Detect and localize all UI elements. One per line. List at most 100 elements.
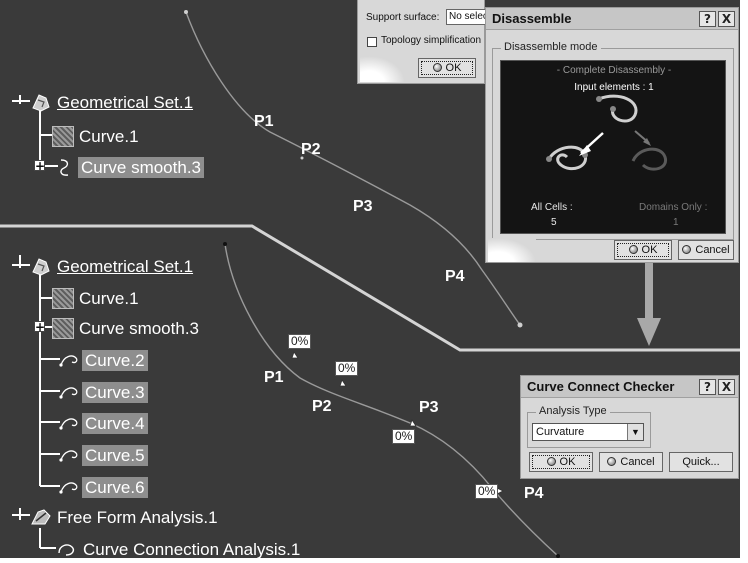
tree-item-curve-3[interactable]: Curve.3 bbox=[58, 380, 148, 404]
free-form-analysis-icon bbox=[30, 507, 52, 528]
dialog-swoosh-decoration bbox=[360, 56, 405, 82]
smooth-ok-button[interactable]: OK bbox=[418, 58, 476, 78]
bottom-point-label-p1: P1 bbox=[264, 369, 284, 386]
button-label: OK bbox=[559, 456, 576, 468]
curve-smooth-dialog: Support surface: No selec Topology simpl… bbox=[357, 0, 488, 84]
geometrical-set-icon bbox=[30, 256, 52, 277]
domains-only-label: Domains Only : bbox=[639, 202, 708, 213]
curve-icon bbox=[58, 413, 80, 434]
tree-label: Curve.3 bbox=[82, 381, 148, 403]
tree-label: Curve Connection Analysis.1 bbox=[83, 539, 301, 559]
connection-percent-label: 0% bbox=[475, 484, 499, 499]
tree-label: Geometrical Set.1 bbox=[57, 256, 194, 276]
curve-connect-checker-dialog: Curve Connect Checker ? X Analysis Type … bbox=[520, 375, 739, 479]
ok-icon bbox=[432, 63, 442, 72]
analysis-type-select[interactable]: Curvature ▼ bbox=[532, 423, 644, 441]
tree-label: Free Form Analysis.1 bbox=[57, 507, 218, 527]
top-point-label-p4: P4 bbox=[445, 268, 465, 285]
group-title: Analysis Type bbox=[536, 405, 610, 417]
topology-checkbox[interactable] bbox=[367, 37, 377, 47]
bottom-point-label-p4: P4 bbox=[524, 485, 544, 502]
button-label: Cancel bbox=[695, 244, 730, 256]
disassemble-ok-button[interactable]: OK bbox=[614, 240, 672, 260]
tree-label: Curve.1 bbox=[79, 126, 139, 146]
top-point-label-p1: P1 bbox=[254, 113, 274, 130]
dialog-title: Disassemble bbox=[492, 11, 572, 26]
curve-icon bbox=[52, 125, 74, 147]
tree-label: Curve.5 bbox=[82, 444, 148, 466]
right-margin bbox=[740, 0, 748, 563]
connection-percent-label: 0% bbox=[288, 334, 312, 349]
ok-icon bbox=[546, 457, 556, 466]
button-label: OK bbox=[641, 244, 658, 256]
cancel-icon bbox=[607, 457, 617, 466]
tree-item-curve-2[interactable]: Curve.2 bbox=[58, 348, 148, 372]
close-button[interactable]: X bbox=[718, 11, 735, 27]
cancel-icon bbox=[682, 245, 692, 254]
button-label: Cancel bbox=[620, 456, 655, 468]
checker-titlebar[interactable]: Curve Connect Checker ? X bbox=[521, 376, 738, 398]
expand-plus-icon[interactable]: + bbox=[34, 321, 45, 333]
help-button[interactable]: ? bbox=[699, 379, 716, 395]
tree-item-curve-4[interactable]: Curve.4 bbox=[58, 411, 148, 435]
tree-label: Curve.6 bbox=[82, 476, 148, 498]
button-label: Quick... bbox=[682, 456, 720, 468]
chevron-down-icon[interactable]: ▼ bbox=[627, 424, 643, 440]
tree-item-curve-6[interactable]: Curve.6 bbox=[58, 475, 148, 499]
disassemble-dialog: Disassemble ? X Disassemble mode - Compl… bbox=[485, 7, 739, 263]
close-button[interactable]: X bbox=[718, 379, 735, 395]
help-button[interactable]: ? bbox=[699, 11, 716, 27]
ok-icon bbox=[628, 245, 638, 254]
checker-quick-button[interactable]: Quick... bbox=[669, 452, 733, 472]
catia-viewport: Geometrical Set.1 Curve.1 Curve smooth.3… bbox=[0, 0, 748, 563]
curve-smooth-icon bbox=[52, 317, 74, 339]
connection-percent-label: 0% bbox=[392, 429, 416, 444]
tree-item-free-form-analysis[interactable]: Free Form Analysis.1 bbox=[30, 505, 221, 529]
support-surface-field[interactable]: No selec bbox=[446, 9, 488, 25]
expand-plus-icon[interactable]: + bbox=[34, 160, 45, 172]
tree-item-curve-smooth-3-bottom[interactable]: Curve smooth.3 bbox=[52, 316, 202, 340]
disassemble-cancel-button[interactable]: Cancel bbox=[678, 240, 734, 260]
tree-label: Curve smooth.3 bbox=[78, 156, 204, 178]
tree-root-geometrical-set-bottom[interactable]: Geometrical Set.1 bbox=[30, 254, 196, 278]
curve-icon bbox=[58, 477, 80, 498]
top-point-label-p2: P2 bbox=[301, 141, 321, 158]
curve-smooth-icon bbox=[56, 157, 76, 178]
tree-label: Curve.2 bbox=[82, 349, 148, 371]
curve-icon bbox=[58, 350, 80, 371]
dialog-title: Curve Connect Checker bbox=[527, 379, 675, 394]
pointer-arrow-shaft bbox=[645, 258, 653, 320]
bottom-point-label-p3: P3 bbox=[419, 399, 439, 416]
disassemble-preview-panel[interactable]: - Complete Disassembly - Input elements … bbox=[500, 60, 726, 234]
tree-label: Curve.1 bbox=[79, 288, 139, 308]
top-point-label-p3: P3 bbox=[353, 198, 373, 215]
dialog-swoosh-decoration bbox=[488, 238, 536, 262]
curve-icon bbox=[58, 382, 80, 403]
tree-item-curve-smooth-3-top[interactable]: Curve smooth.3 bbox=[56, 155, 204, 179]
curve-connection-icon bbox=[56, 539, 78, 560]
tree-item-curve-1-top[interactable]: Curve.1 bbox=[52, 124, 142, 148]
tree-item-curve-connection-analysis[interactable]: Curve Connection Analysis.1 bbox=[56, 537, 303, 561]
bottom-point-label-p2: P2 bbox=[312, 398, 332, 415]
tree-item-curve-5[interactable]: Curve.5 bbox=[58, 443, 148, 467]
checker-cancel-button[interactable]: Cancel bbox=[599, 452, 663, 472]
topology-label: Topology simplification bbox=[381, 35, 482, 46]
group-title: Disassemble mode bbox=[501, 41, 601, 53]
tree-item-curve-1-bottom[interactable]: Curve.1 bbox=[52, 286, 142, 310]
all-cells-label: All Cells : bbox=[531, 202, 573, 213]
checker-ok-button[interactable]: OK bbox=[529, 452, 593, 472]
tree-label: Curve.4 bbox=[82, 412, 148, 434]
domains-only-value: 1 bbox=[673, 217, 679, 228]
connection-percent-label: 0% bbox=[335, 361, 359, 376]
curve-icon bbox=[52, 287, 74, 309]
tree-label: Geometrical Set.1 bbox=[57, 92, 194, 112]
disassemble-titlebar[interactable]: Disassemble ? X bbox=[486, 8, 738, 30]
support-surface-label: Support surface: bbox=[366, 12, 440, 23]
button-label: OK bbox=[445, 62, 462, 74]
geometrical-set-icon bbox=[30, 92, 52, 113]
tree-root-geometrical-set-top[interactable]: Geometrical Set.1 bbox=[30, 90, 196, 114]
curve-icon bbox=[58, 445, 80, 466]
tree-label: Curve smooth.3 bbox=[79, 318, 199, 338]
all-cells-value: 5 bbox=[551, 217, 557, 228]
select-value: Curvature bbox=[536, 426, 585, 438]
